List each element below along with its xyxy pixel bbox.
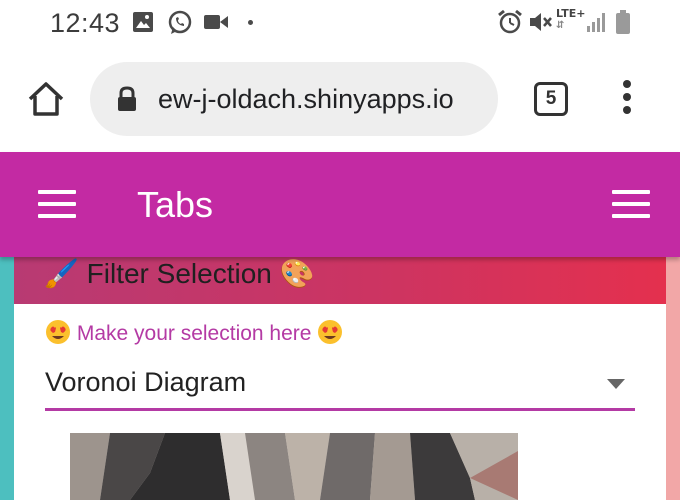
status-bar: 12:43 LTE+ ⇵	[0, 0, 680, 46]
selection-label-text: Make your selection here	[76, 322, 312, 345]
gallery-icon	[133, 12, 153, 32]
whatsapp-icon	[168, 10, 192, 34]
lock-icon	[118, 86, 136, 111]
heart-eyes-emoji-icon	[318, 320, 343, 344]
address-bar[interactable]: ew-j-oldach.shinyapps.io	[90, 62, 498, 136]
app-header: Tabs	[0, 152, 680, 257]
alarm-icon	[498, 9, 522, 34]
home-icon[interactable]	[26, 79, 66, 119]
voronoi-preview-image	[70, 433, 518, 500]
sidebar-toggle-icon[interactable]	[38, 190, 76, 218]
filter-card-title: 🖌️ Filter Selection 🎨	[44, 257, 315, 293]
network-type-label: LTE+ ⇵	[556, 7, 586, 31]
paintbrush-icon: 🖌️	[44, 257, 79, 290]
video-camera-icon	[204, 15, 228, 29]
filter-select-value: Voronoi Diagram	[45, 367, 247, 397]
status-time: 12:43	[50, 8, 121, 38]
filter-card-header: 🖌️ Filter Selection 🎨	[14, 257, 666, 304]
palette-icon: 🎨	[279, 257, 315, 290]
page-title: Tabs	[137, 184, 214, 225]
left-panel-edge	[0, 257, 14, 500]
signal-icon	[587, 13, 605, 32]
filter-select[interactable]: Voronoi Diagram	[45, 361, 635, 411]
filter-card: 🖌️ Filter Selection 🎨 Make your selectio…	[14, 257, 666, 500]
filter-card-title-text: Filter Selection	[86, 258, 272, 289]
url-text: ew-j-oldach.shinyapps.io	[158, 84, 454, 114]
notification-dot-icon	[248, 20, 253, 25]
tab-switcher-button[interactable]: 5	[534, 82, 568, 116]
selection-label: Make your selection here	[45, 319, 343, 346]
browser-menu-icon[interactable]	[612, 80, 642, 120]
mute-icon	[530, 13, 552, 31]
battery-icon	[616, 10, 630, 34]
heart-eyes-emoji-icon	[46, 320, 70, 344]
right-panel-edge	[666, 257, 680, 500]
right-menu-icon[interactable]	[612, 190, 650, 218]
dropdown-arrow-icon[interactable]	[607, 379, 625, 389]
browser-toolbar: ew-j-oldach.shinyapps.io 5	[0, 46, 680, 152]
